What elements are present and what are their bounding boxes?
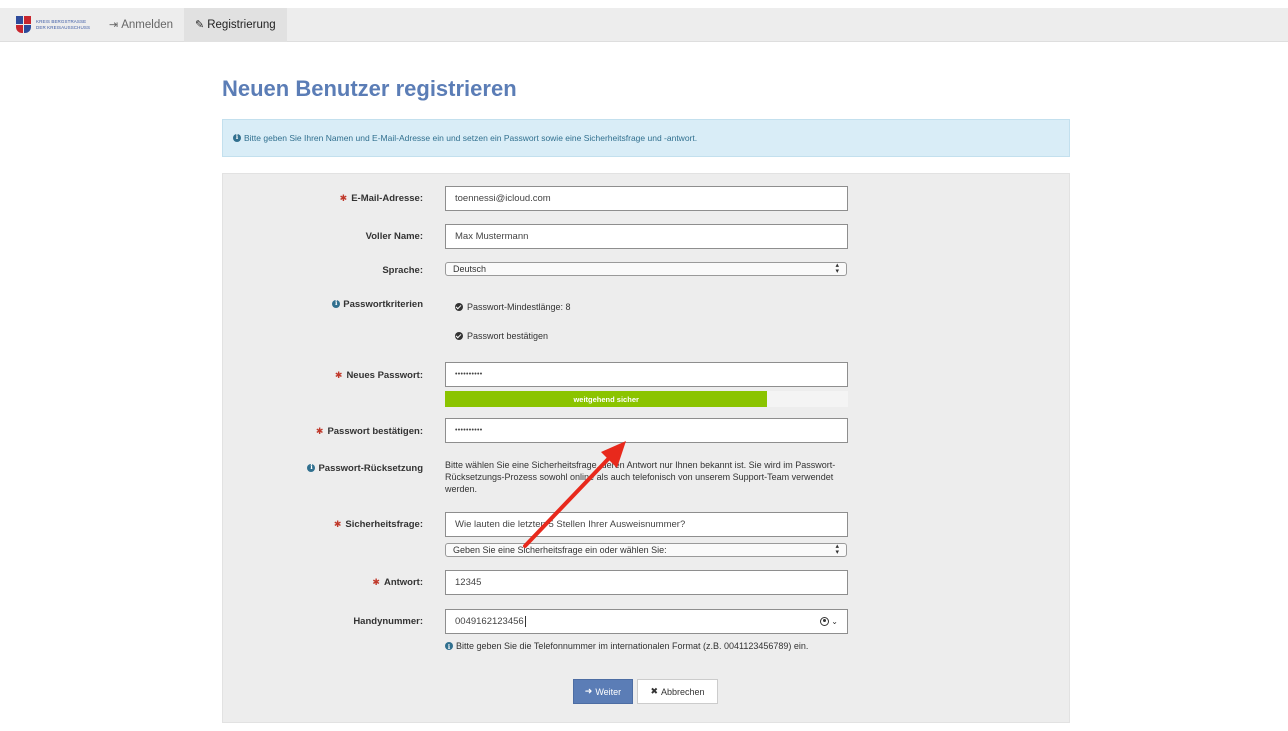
full-name-value: Max Mustermann xyxy=(455,231,529,242)
info-circle-icon xyxy=(445,641,453,653)
cancel-button-label: Abbrechen xyxy=(661,686,705,697)
arrow-right-icon: ➜ xyxy=(584,686,593,696)
answer-value: 12345 xyxy=(455,577,482,588)
criteria-item: Passwort bestätigen xyxy=(455,331,548,341)
text-cursor xyxy=(524,616,526,627)
required-asterisk-icon: ✱ xyxy=(334,370,343,380)
info-alert: Bitte geben Sie Ihren Namen und E-Mail-A… xyxy=(222,119,1070,157)
info-circle-icon xyxy=(332,299,341,308)
phone-help-text: Bitte geben Sie die Telefonnummer im int… xyxy=(456,641,809,651)
password-reset-help: Bitte wählen Sie eine Sicherheitsfrage, … xyxy=(445,460,836,494)
nav-register-label: Registrierung xyxy=(207,18,276,31)
nav-login-label: Anmelden xyxy=(121,18,174,31)
select-arrows-icon: ▴ ▾ xyxy=(835,543,839,556)
security-question-field[interactable]: Wie lauten die letzten 5 Stellen Ihrer A… xyxy=(445,512,848,537)
full-name-label: Voller Name: xyxy=(365,231,423,242)
password-strength-text: weitgehend sicher xyxy=(573,394,639,404)
nav-register[interactable]: ✎ Registrierung xyxy=(184,7,287,42)
language-label: Sprache: xyxy=(382,265,423,276)
phone-label: Handynummer: xyxy=(353,616,423,627)
brand-line2: DER KREISAUSSCHUSS xyxy=(36,24,91,30)
brand-text: KREIS BERGSTRASSE DER KREISAUSSCHUSS xyxy=(36,19,90,31)
new-password-value: •••••••••• xyxy=(455,371,483,378)
contact-autofill-button[interactable]: ⌄ xyxy=(820,617,838,626)
times-icon: ✖ xyxy=(650,686,658,696)
password-reset-label: Passwort-Rücksetzung xyxy=(307,463,423,474)
next-button[interactable]: ➜ Weiter xyxy=(573,679,633,704)
confirm-password-field[interactable]: •••••••••• xyxy=(445,418,848,443)
check-circle-icon xyxy=(455,303,463,311)
info-alert-text: Bitte geben Sie Ihren Namen und E-Mail-A… xyxy=(244,133,698,143)
phone-help: Bitte geben Sie die Telefonnummer im int… xyxy=(445,640,855,653)
next-button-label: Weiter xyxy=(595,686,622,697)
select-arrows-icon: ▴ ▾ xyxy=(835,262,839,275)
required-asterisk-icon: ✱ xyxy=(333,519,342,529)
security-question-label: ✱ Sicherheitsfrage: xyxy=(333,519,423,530)
language-select[interactable]: Deutsch ▴ ▾ xyxy=(445,262,847,276)
new-password-field[interactable]: •••••••••• xyxy=(445,362,848,387)
password-strength-bar: weitgehend sicher xyxy=(445,391,768,407)
confirm-password-label: ✱ Passwort bestätigen: xyxy=(315,426,423,437)
info-circle-icon xyxy=(233,133,241,142)
page-title: Neuen Benutzer registrieren xyxy=(222,76,517,101)
phone-field[interactable]: 0049162123456 ⌄ xyxy=(445,609,848,634)
info-circle-icon xyxy=(307,463,316,472)
new-password-label: ✱ Neues Passwort: xyxy=(334,370,423,381)
sign-in-icon: ⇥ xyxy=(109,19,119,31)
full-name-field[interactable]: Max Mustermann xyxy=(445,224,848,249)
answer-field[interactable]: 12345 xyxy=(445,570,848,595)
security-question-value: Wie lauten die letzten 5 Stellen Ihrer A… xyxy=(455,519,686,530)
confirm-password-value: •••••••••• xyxy=(455,427,483,434)
language-value: Deutsch xyxy=(453,264,487,274)
cancel-button[interactable]: ✖ Abbrechen xyxy=(637,679,718,704)
required-asterisk-icon: ✱ xyxy=(315,426,324,436)
chevron-down-icon: ⌄ xyxy=(831,617,838,626)
email-value: toennessi@icloud.com xyxy=(455,193,551,204)
nav-login[interactable]: ⇥ Anmelden xyxy=(98,8,184,42)
password-strength-meter: weitgehend sicher xyxy=(445,391,848,407)
required-asterisk-icon: ✱ xyxy=(372,577,380,587)
email-field[interactable]: toennessi@icloud.com xyxy=(445,186,848,211)
criteria-item: Passwort-Mindestlänge: 8 xyxy=(455,302,571,312)
check-circle-icon xyxy=(455,332,463,340)
email-label: ✱ E-Mail-Adresse: xyxy=(339,193,423,204)
password-criteria-label: Passwortkriterien xyxy=(332,299,423,310)
edit-icon: ✎ xyxy=(195,19,205,31)
brand-logo[interactable]: KREIS BERGSTRASSE DER KREISAUSSCHUSS xyxy=(16,16,98,33)
security-question-select-value: Geben Sie eine Sicherheitsfrage ein oder… xyxy=(453,545,667,555)
top-navbar: KREIS BERGSTRASSE DER KREISAUSSCHUSS ⇥ A… xyxy=(0,7,1288,42)
coat-of-arms-icon xyxy=(16,16,31,33)
answer-label: ✱ Antwort: xyxy=(372,577,423,588)
user-circle-icon xyxy=(820,617,830,626)
required-asterisk-icon: ✱ xyxy=(339,193,348,203)
security-question-select[interactable]: Geben Sie eine Sicherheitsfrage ein oder… xyxy=(445,543,847,557)
phone-value: 0049162123456 xyxy=(455,616,524,627)
